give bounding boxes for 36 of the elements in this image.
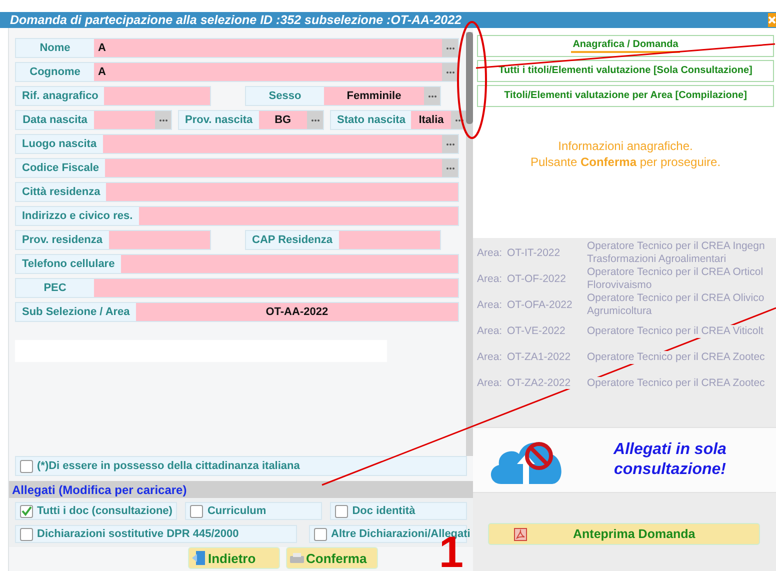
- scrollbar[interactable]: [466, 32, 473, 456]
- checkbox-label: Curriculum: [207, 505, 266, 517]
- window-title: Domanda di partecipazione alla selezione ID :352 subselezione :OT-AA-2022: [9, 13, 462, 27]
- notice-text: Allegati in sola consultazione!: [612, 440, 728, 480]
- printer-icon: [290, 552, 304, 564]
- info-text: Informazioni anagrafiche.: [557, 138, 694, 154]
- area-description: Operatore Tecnico per il CREA Zootec: [587, 350, 765, 364]
- area-description: Agrumicoltura: [587, 305, 652, 318]
- checkbox-label: Dichiarazioni sostitutive DPR 445/2000: [37, 528, 239, 540]
- tab[interactable]: Anagrafica / Domanda: [477, 35, 774, 57]
- checkbox[interactable]: [20, 504, 33, 518]
- checkbox-label: Doc identità: [352, 505, 416, 517]
- area-code: OT-ZA2-2022: [507, 377, 587, 389]
- checkbox[interactable]: [335, 504, 348, 518]
- close-button[interactable]: [768, 13, 776, 27]
- checkbox[interactable]: [190, 504, 204, 518]
- checkbox-label: (*)Di essere in possesso della cittadinanza italiana: [37, 460, 300, 472]
- pdf-icon: [514, 528, 527, 540]
- area-description: Operatore Tecnico per il CREA Orticol: [587, 266, 764, 279]
- checkbox[interactable]: [20, 460, 33, 472]
- confirm-button[interactable]: Conferma: [286, 547, 378, 569]
- back-button[interactable]: Indietro: [188, 547, 280, 569]
- area-description: Operatore Tecnico per il CREA Viticolt: [587, 324, 764, 338]
- preview-button[interactable]: Anteprima Domanda: [488, 523, 760, 545]
- checkbox-label: Tutti i doc (consultazione): [37, 505, 172, 517]
- area-description: Trasformazioni Agroalimentari: [587, 253, 726, 266]
- tab[interactable]: Titoli/Elementi valutazione per Area [Compilazione]: [477, 85, 774, 107]
- checkbox[interactable]: [20, 528, 33, 540]
- exit-door-icon: [192, 550, 206, 566]
- tab[interactable]: Tutti i titoli/Elementi valutazione [Sola Consultazione]: [477, 60, 774, 82]
- info-text: Pulsante Conferma per proseguire.: [529, 154, 722, 170]
- area-description: Operatore Tecnico per il CREA Zootec: [587, 376, 765, 390]
- area-description: Operatore Tecnico per il CREA Ingegn: [587, 240, 765, 253]
- checkbox[interactable]: [314, 528, 327, 540]
- section-header: Allegati (Modifica per caricare): [9, 481, 473, 498]
- area-description: Operatore Tecnico per il CREA Olivico: [587, 292, 764, 305]
